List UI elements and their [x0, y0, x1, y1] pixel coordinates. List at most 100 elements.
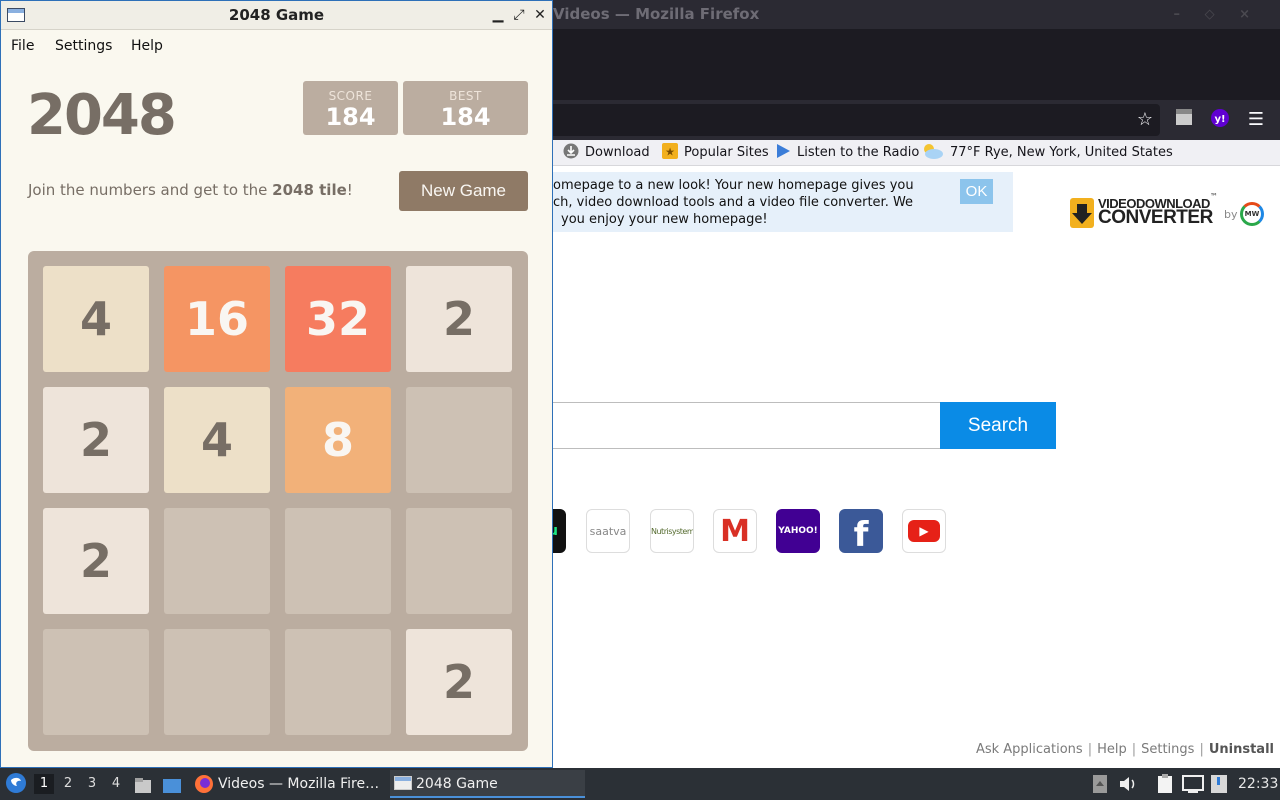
- logo-text-bottom: CONVERTER: [1098, 207, 1213, 228]
- star-badge-icon: ★: [662, 143, 678, 159]
- notification-icon[interactable]: [1210, 774, 1228, 794]
- yahoo-link-icon[interactable]: YAHOO!: [776, 509, 820, 553]
- best-value: 184: [440, 103, 491, 131]
- search-button[interactable]: Search: [940, 402, 1056, 449]
- game-window: 2048 Game ▁ ⤢ ✕ File Settings Help 2048 …: [0, 0, 553, 768]
- tile-8: 8: [285, 387, 391, 493]
- task-label: 2048 Game: [416, 776, 498, 792]
- footer-help-link[interactable]: Help: [1097, 742, 1127, 757]
- yahoo-label: YAHOO!: [778, 526, 818, 536]
- start-menu-icon[interactable]: [5, 772, 27, 796]
- taskbar: 1 2 3 4 Videos — Mozilla Fire… 2048 Game…: [0, 768, 1280, 800]
- saatva-link-icon[interactable]: saatva: [586, 509, 630, 553]
- score-box: SCORE 184: [303, 81, 398, 135]
- minimize-icon[interactable]: ▁: [489, 6, 507, 24]
- bookmark-label: Download: [585, 145, 650, 160]
- gmail-link-icon[interactable]: M: [713, 509, 757, 553]
- hamburger-menu-icon[interactable]: ☰: [1244, 108, 1268, 132]
- empty-cell: [43, 629, 149, 735]
- footer-uninstall-link[interactable]: Uninstall: [1209, 742, 1274, 757]
- page-footer: Ask Applications | Help | Settings | Uninstall: [976, 742, 1274, 757]
- nutrisystem-link-icon[interactable]: Nutrisystem: [650, 509, 694, 553]
- best-box: BEST 184: [403, 81, 528, 135]
- firefox-window-title: Videos — Mozilla Firefox: [553, 5, 760, 23]
- banner-line: ch, video download tools and a video fil…: [553, 195, 914, 210]
- intro-text: Join the numbers and get to the 2048 til…: [28, 181, 353, 199]
- logo-trademark: ™: [1210, 192, 1218, 201]
- menu-settings[interactable]: Settings: [55, 38, 112, 54]
- network-icon[interactable]: [1182, 774, 1204, 794]
- close-icon[interactable]: ✕: [531, 6, 549, 24]
- game-app-icon: [394, 776, 412, 790]
- mw-badge-icon: MW: [1240, 202, 1264, 226]
- gmail-label: M: [720, 514, 750, 549]
- banner-line: you enjoy your new homepage!: [561, 212, 768, 227]
- firefox-window-controls[interactable]: – ◇ ×: [1174, 0, 1260, 29]
- tile-32: 32: [285, 266, 391, 372]
- weather-cloud-icon: [920, 143, 944, 159]
- clock: 22:33: [1238, 776, 1279, 792]
- bookmark-radio[interactable]: Listen to the Radio: [775, 143, 919, 163]
- youtube-link-icon[interactable]: ▶: [902, 509, 946, 553]
- workspace-3[interactable]: 3: [82, 774, 102, 794]
- url-bar[interactable]: [550, 104, 1160, 136]
- youtube-label: ▶: [908, 520, 940, 542]
- file-manager-icon[interactable]: [134, 775, 152, 793]
- empty-cell: [285, 629, 391, 735]
- game-board: 4 16 32 2 2 4 8 2 2: [28, 251, 528, 751]
- score-value: 184: [325, 103, 376, 131]
- empty-cell: [164, 629, 270, 735]
- bookmark-label: Listen to the Radio: [797, 145, 920, 160]
- clipboard-icon[interactable]: [1156, 774, 1174, 794]
- game-titlebar: 2048 Game ▁ ⤢ ✕: [1, 1, 552, 30]
- game-menubar: File Settings Help: [1, 31, 552, 61]
- intro-suffix: !: [346, 181, 353, 199]
- task-label: Videos — Mozilla Fire…: [218, 776, 380, 792]
- download-icon: [563, 143, 579, 159]
- tray-arrow-icon[interactable]: [1092, 774, 1108, 794]
- banner-ok-button[interactable]: OK: [960, 179, 993, 204]
- footer-settings-link[interactable]: Settings: [1141, 742, 1194, 757]
- bookmark-popular-sites[interactable]: ★ Popular Sites: [662, 143, 769, 163]
- svg-text:★: ★: [665, 146, 675, 159]
- bookmark-star-icon[interactable]: ☆: [1133, 108, 1157, 132]
- facebook-label: f: [853, 515, 869, 553]
- play-arrow-icon: [775, 143, 791, 159]
- task-firefox[interactable]: Videos — Mozilla Fire…: [192, 770, 387, 798]
- workspace-1[interactable]: 1: [34, 774, 54, 794]
- footer-separator: |: [1087, 742, 1093, 757]
- tile-2: 2: [406, 629, 512, 735]
- bookmark-label: Popular Sites: [684, 145, 769, 160]
- video-download-converter-logo: VIDEODOWNLOAD ™ CONVERTER by MW: [1068, 192, 1268, 232]
- facebook-link-icon[interactable]: f: [839, 509, 883, 553]
- bookmark-label: 77°F Rye, New York, United States: [950, 145, 1173, 160]
- tile-4: 4: [164, 387, 270, 493]
- maximize-icon[interactable]: ⤢: [510, 6, 528, 24]
- new-game-button[interactable]: New Game: [399, 171, 528, 211]
- empty-cell: [406, 508, 512, 614]
- tile-16: 16: [164, 266, 270, 372]
- bookmark-weather[interactable]: 77°F Rye, New York, United States: [920, 143, 1173, 163]
- search-input[interactable]: [553, 402, 941, 449]
- game-window-title: 2048 Game: [228, 6, 325, 24]
- best-label: BEST: [449, 89, 482, 103]
- tile-4: 4: [43, 266, 149, 372]
- footer-ask-applications-link[interactable]: Ask Applications: [976, 742, 1083, 757]
- task-2048-game[interactable]: 2048 Game: [390, 770, 585, 798]
- menu-file[interactable]: File: [11, 38, 34, 54]
- empty-cell: [164, 508, 270, 614]
- tile-2: 2: [43, 508, 149, 614]
- workspace-4[interactable]: 4: [106, 774, 126, 794]
- volume-icon[interactable]: [1118, 774, 1138, 794]
- bookmark-download[interactable]: Download: [563, 143, 650, 163]
- yahoo-extension-icon[interactable]: y!: [1208, 108, 1232, 132]
- menu-help[interactable]: Help: [131, 38, 163, 54]
- nutrisystem-label: Nutrisystem: [651, 527, 694, 536]
- show-desktop-icon[interactable]: [162, 775, 182, 793]
- tile-2: 2: [406, 266, 512, 372]
- intro-prefix: Join the numbers and get to the: [28, 181, 273, 199]
- workspace-2[interactable]: 2: [58, 774, 78, 794]
- logo-by: by: [1224, 208, 1238, 221]
- extension-icon[interactable]: [1172, 108, 1196, 132]
- homepage-notice-banner: omepage to a new look! Your new homepage…: [553, 172, 1013, 232]
